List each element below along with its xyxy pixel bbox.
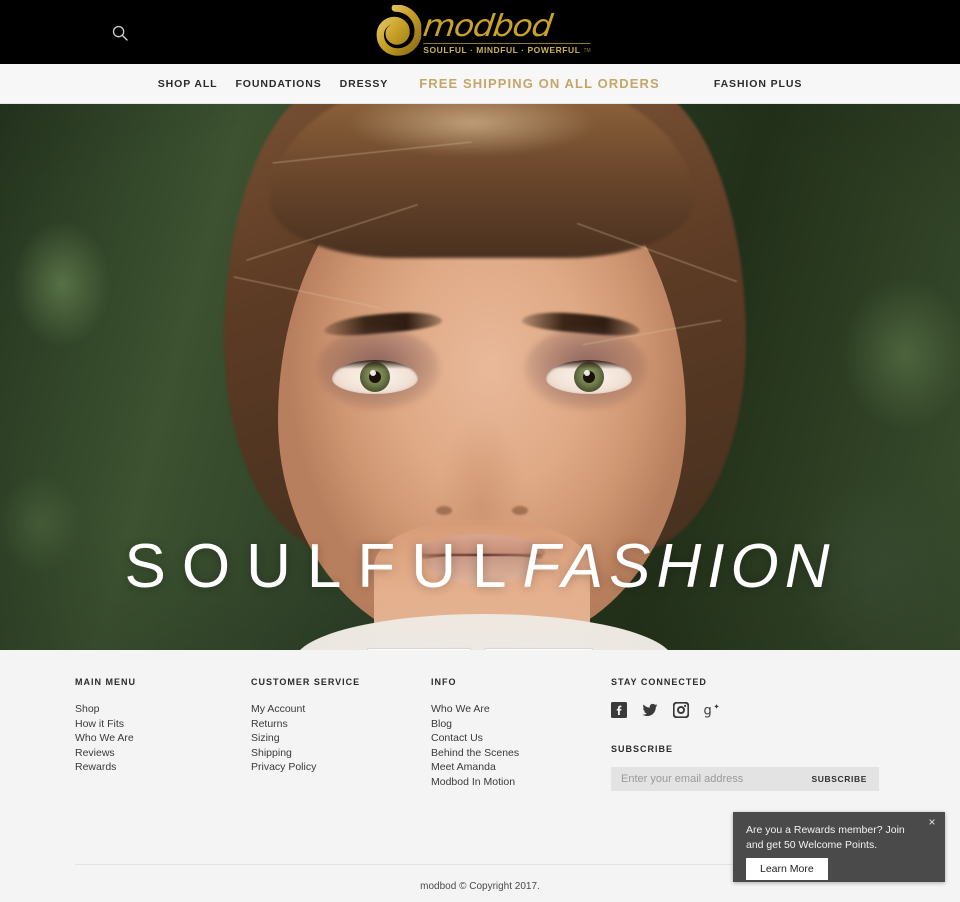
footer-column-main-menu: MAIN MENU Shop How it Fits Who We Are Re… <box>75 677 251 791</box>
footer-link-meet-amanda[interactable]: Meet Amanda <box>431 760 611 775</box>
footer-link-rewards[interactable]: Rewards <box>75 760 251 775</box>
nav-item-fashion-plus[interactable]: FASHION PLUS <box>682 78 811 90</box>
footer-column-title: MAIN MENU <box>75 677 136 687</box>
footer-link-who-we-are[interactable]: Who We Are <box>75 731 251 746</box>
subscribe-title: SUBSCRIBE <box>611 744 674 754</box>
footer-link-returns[interactable]: Returns <box>251 717 431 732</box>
footer-column-info: INFO Who We Are Blog Contact Us Behind t… <box>431 677 611 791</box>
footer-link-how-it-fits[interactable]: How it Fits <box>75 717 251 732</box>
footer-link-shipping[interactable]: Shipping <box>251 746 431 761</box>
hero-background-photo <box>0 104 960 650</box>
nav-item-shop-all[interactable]: SHOP ALL <box>149 78 227 90</box>
svg-text:g: g <box>704 704 712 718</box>
logo-tagline: SOULFUL · MINDFUL · POWERFUL <box>423 44 581 55</box>
footer-column-stay-connected: STAY CONNECTED g SUBSCRIBE Enter your em… <box>611 677 885 791</box>
site-logo[interactable]: modbod SOULFUL · MINDFUL · POWERFUL TM <box>369 3 591 59</box>
footer-link-sizing[interactable]: Sizing <box>251 731 431 746</box>
instagram-icon[interactable] <box>673 702 689 718</box>
footer-link-privacy-policy[interactable]: Privacy Policy <box>251 760 431 775</box>
model-portrait <box>224 104 746 650</box>
spiral-logo-icon <box>376 5 422 56</box>
nav-item-free-shipping-promo[interactable]: FREE SHIPPING ON ALL ORDERS <box>397 76 682 91</box>
twitter-icon[interactable] <box>642 702 658 718</box>
logo-wordmark: modbod <box>421 7 554 44</box>
rewards-popup: × Are you a Rewards member? Join and get… <box>733 812 945 882</box>
footer-link-who-we-are-info[interactable]: Who We Are <box>431 702 611 717</box>
copyright-text: modbod © Copyright 2017. <box>420 881 540 892</box>
rewards-popup-message: Are you a Rewards member? Join and get 5… <box>746 824 905 851</box>
main-navigation: SHOP ALL FOUNDATIONS DRESSY FREE SHIPPIN… <box>0 64 960 104</box>
footer-link-shop[interactable]: Shop <box>75 702 251 717</box>
nav-item-foundations[interactable]: FOUNDATIONS <box>226 78 330 90</box>
nav-item-dressy[interactable]: DRESSY <box>331 78 398 90</box>
footer-link-behind-the-scenes[interactable]: Behind the Scenes <box>431 746 611 761</box>
footer-column-title: INFO <box>431 677 457 687</box>
footer-link-blog[interactable]: Blog <box>431 717 611 732</box>
subscribe-email-input[interactable] <box>611 767 800 791</box>
site-header: modbod SOULFUL · MINDFUL · POWERFUL TM <box>0 0 960 64</box>
subscribe-button[interactable]: SUBSCRIBE <box>800 767 879 791</box>
social-links: g <box>611 702 885 718</box>
googleplus-icon[interactable]: g <box>704 702 720 718</box>
footer-link-reviews[interactable]: Reviews <box>75 746 251 761</box>
footer-column-title: CUSTOMER SERVICE <box>251 677 361 687</box>
stay-connected-title: STAY CONNECTED <box>611 677 707 687</box>
search-icon[interactable] <box>111 24 129 42</box>
footer-link-contact-us[interactable]: Contact Us <box>431 731 611 746</box>
logo-trademark: TM <box>583 47 591 54</box>
hero-banner: SOULFULFASHION Shop Now Community <box>0 104 960 650</box>
facebook-icon[interactable] <box>611 702 627 718</box>
footer-link-my-account[interactable]: My Account <box>251 702 431 717</box>
subscribe-form: SUBSCRIBE <box>611 767 879 791</box>
footer-column-customer-service: CUSTOMER SERVICE My Account Returns Sizi… <box>251 677 431 791</box>
learn-more-button[interactable]: Learn More <box>746 858 828 880</box>
close-icon[interactable]: × <box>925 815 939 829</box>
footer-link-modbod-in-motion[interactable]: Modbod In Motion <box>431 775 611 790</box>
